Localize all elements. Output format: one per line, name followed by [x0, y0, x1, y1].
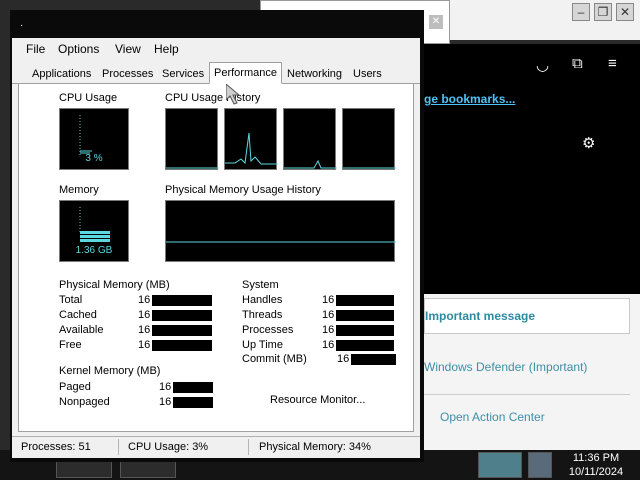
redacted-value [336, 295, 394, 306]
phys-cached-label: Cached [59, 309, 97, 321]
system-uptime-label: Up Time [242, 339, 283, 351]
redacted-value [336, 325, 394, 336]
system-handles-label: Handles [242, 294, 283, 306]
title-bar[interactable]: · [10, 10, 424, 38]
taskbar-app-button[interactable] [478, 452, 522, 478]
browser-content-dark: ◡ ⧉ ≡ ge bookmarks... ⚙ [420, 44, 640, 294]
system-handles-value: 16 [322, 294, 335, 306]
phys-available-value: 16 [138, 324, 151, 336]
kernel-nonpaged-label: Nonpaged [59, 396, 110, 408]
divider [424, 394, 630, 395]
tab-applications[interactable]: Applications [32, 68, 91, 80]
cpu-history-label: CPU Usage History [165, 92, 261, 104]
phys-available-label: Available [59, 324, 104, 336]
clock-date: 10/11/2024 [568, 466, 624, 478]
status-separator [248, 439, 249, 455]
manage-bookmarks-link[interactable]: ge bookmarks... [424, 92, 515, 106]
settings-gear-icon[interactable]: ⚙ [582, 134, 595, 152]
system-title: System [242, 279, 279, 291]
resource-monitor-button[interactable]: Resource Monitor... [270, 394, 365, 406]
redacted-value [351, 354, 396, 365]
phys-total-label: Total [59, 294, 83, 306]
tab-performance[interactable]: Performance [209, 62, 282, 84]
status-memory: Physical Memory: 34% [259, 441, 371, 453]
system-commit-value: 16 [337, 353, 350, 365]
window-body: File Options View Help Applications Proc… [12, 38, 420, 458]
phys-free-value: 16 [138, 339, 151, 351]
menu-file[interactable]: File [26, 42, 45, 56]
kernel-nonpaged-value: 16 [159, 396, 172, 408]
cpu-history-graph-4 [342, 108, 396, 170]
system-commit-label: Commit (MB) [242, 353, 307, 365]
kernel-paged-value: 16 [159, 381, 172, 393]
system-processes-label: Processes [242, 324, 294, 336]
status-separator [118, 439, 119, 455]
redacted-value [336, 340, 394, 351]
clock[interactable]: 11:36 PM 10/11/2024 [554, 450, 638, 479]
system-processes-value: 16 [322, 324, 335, 336]
kernel-memory-title: Kernel Memory (MB) [59, 365, 161, 377]
memory-meter: 1.36 GB [59, 200, 129, 262]
cpu-usage-value: 3 % [85, 153, 103, 164]
task-manager-window: · File Options View Help Applications Pr… [10, 10, 424, 462]
cpu-usage-label: CPU Usage [59, 92, 118, 104]
memory-value: 1.36 GB [75, 245, 113, 256]
important-notice[interactable]: Important message [424, 298, 630, 334]
notice-text: Important message [425, 309, 536, 323]
phys-total-value: 16 [138, 294, 151, 306]
cpu-history-graph-3 [283, 108, 337, 170]
tab-networking[interactable]: Networking [287, 68, 342, 80]
mouse-pointer-icon [226, 84, 241, 105]
tab-users[interactable]: Users [353, 68, 382, 80]
action-center-link[interactable]: Open Action Center [440, 410, 545, 424]
cpu-usage-meter: 3 % [59, 108, 129, 170]
close-button[interactable]: ✕ [616, 3, 634, 21]
physical-memory-title: Physical Memory (MB) [59, 279, 170, 291]
cpu-history-graph-2 [224, 108, 278, 170]
redacted-value [152, 340, 212, 351]
tab-strip: Applications Processes Services Performa… [12, 62, 420, 84]
redacted-value [336, 310, 394, 321]
menu-icon[interactable]: ≡ [608, 55, 617, 72]
menu-help[interactable]: Help [154, 42, 179, 56]
redacted-value [173, 382, 213, 393]
status-bar: Processes: 51 CPU Usage: 3% Physical Mem… [12, 436, 420, 458]
redacted-value [152, 325, 212, 336]
status-processes: Processes: 51 [21, 441, 91, 453]
pocket-icon[interactable]: ◡ [536, 56, 549, 74]
maximize-button[interactable]: ❐ [594, 3, 612, 21]
system-uptime-value: 16 [322, 339, 335, 351]
menu-bar: File Options View Help [12, 40, 420, 58]
phys-free-label: Free [59, 339, 82, 351]
minimize-button[interactable]: – [572, 3, 590, 21]
system-threads-label: Threads [242, 309, 283, 321]
physical-memory-history-graph [165, 200, 396, 262]
defender-link[interactable]: Windows Defender (Important) [424, 360, 587, 374]
window-icon: · [20, 20, 24, 31]
redacted-value [152, 310, 212, 321]
status-cpu: CPU Usage: 3% [128, 441, 209, 453]
desktop: ✕ – ❐ ✕ ◡ ⧉ ≡ ge bookmarks... ⚙ Importan… [0, 0, 640, 480]
system-threads-value: 16 [322, 309, 335, 321]
tab-services[interactable]: Services [162, 68, 204, 80]
kernel-paged-label: Paged [59, 381, 91, 393]
extensions-icon[interactable]: ⧉ [572, 55, 583, 72]
menu-options[interactable]: Options [58, 42, 99, 56]
notification-panel: Important message Windows Defender (Impo… [420, 294, 640, 450]
menu-view[interactable]: View [115, 42, 141, 56]
redacted-value [173, 397, 213, 408]
cpu-history-graph-1 [165, 108, 219, 170]
clock-time: 11:36 PM [572, 452, 620, 464]
memory-label: Memory [59, 184, 99, 196]
taskbar-app-button[interactable] [528, 452, 552, 478]
tab-processes[interactable]: Processes [102, 68, 153, 80]
phys-history-label: Physical Memory Usage History [165, 184, 321, 196]
popup-close-icon[interactable]: ✕ [429, 15, 443, 29]
phys-cached-value: 16 [138, 309, 151, 321]
redacted-value [152, 295, 212, 306]
performance-panel: CPU Usage 3 % CPU Usage History Memory 1… [18, 84, 414, 432]
